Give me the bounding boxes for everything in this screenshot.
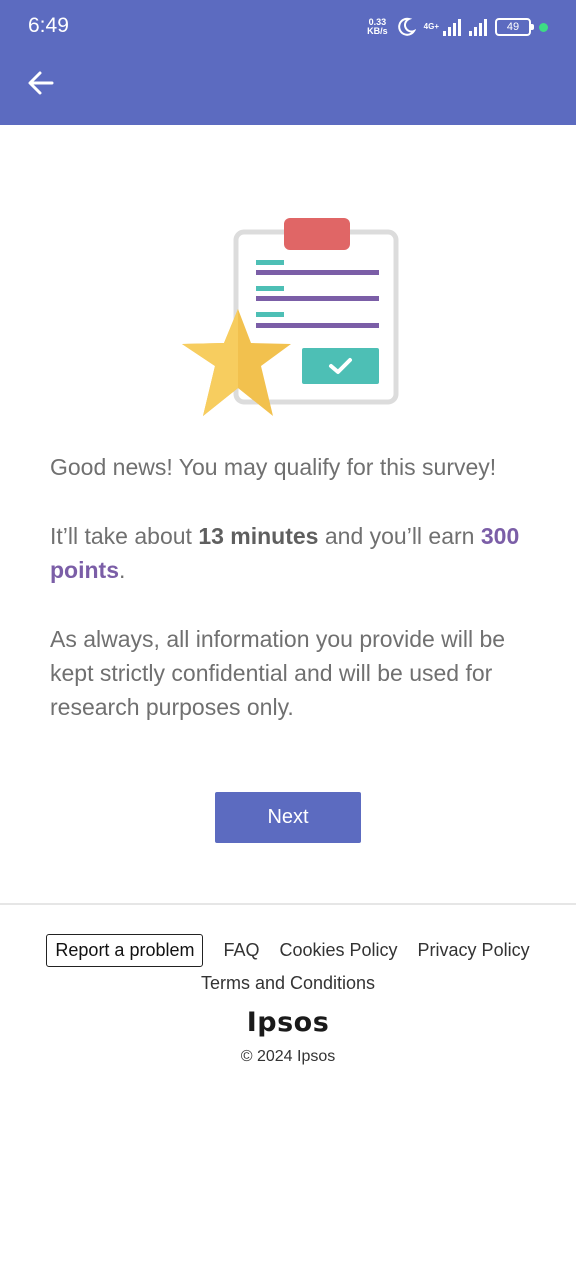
next-button[interactable]: Next	[215, 792, 361, 843]
terms-link[interactable]: Terms and Conditions	[201, 973, 375, 994]
signal-icon-2	[469, 18, 487, 36]
copyright-text: © 2024 Ipsos	[240, 1048, 336, 1065]
headline-text: Good news! You may qualify for this surv…	[50, 454, 497, 480]
network-type-label: 4G+	[423, 22, 439, 31]
status-bar: 6:49 0.33 KB/s 4G+ 49	[0, 0, 576, 52]
divider	[0, 903, 576, 905]
back-button[interactable]	[22, 64, 60, 102]
moon-icon	[397, 17, 416, 36]
clipboard-star-illustration	[182, 218, 399, 416]
confidential-text: As always, all information you provide w…	[50, 626, 506, 720]
status-time: 6:49	[28, 14, 69, 37]
report-problem-button[interactable]: Report a problem	[46, 934, 204, 967]
ipsos-logo: Ipsos	[246, 1007, 330, 1038]
duration-value: 13 minutes	[198, 523, 319, 549]
cookies-policy-link[interactable]: Cookies Policy	[280, 940, 398, 961]
duration-text: It’ll take about 13 minutes and you’ll e…	[50, 523, 520, 583]
net-speed-unit: KB/s	[367, 26, 388, 36]
net-speed: 0.33 KB/s	[367, 18, 388, 36]
footer-links: Report a problem FAQ Cookies Policy Priv…	[0, 934, 576, 994]
battery-icon: 49	[495, 18, 534, 36]
privacy-indicator-icon	[539, 22, 548, 32]
signal-icon	[443, 18, 461, 36]
arrow-left-icon	[28, 71, 54, 95]
privacy-policy-link[interactable]: Privacy Policy	[418, 940, 530, 961]
faq-link[interactable]: FAQ	[223, 940, 259, 961]
survey-message: Good news! You may qualify for this surv…	[50, 450, 540, 759]
status-icons: 0.33 KB/s 4G+ 49	[367, 14, 548, 40]
app-bar: 6:49 0.33 KB/s 4G+ 49	[0, 0, 576, 125]
